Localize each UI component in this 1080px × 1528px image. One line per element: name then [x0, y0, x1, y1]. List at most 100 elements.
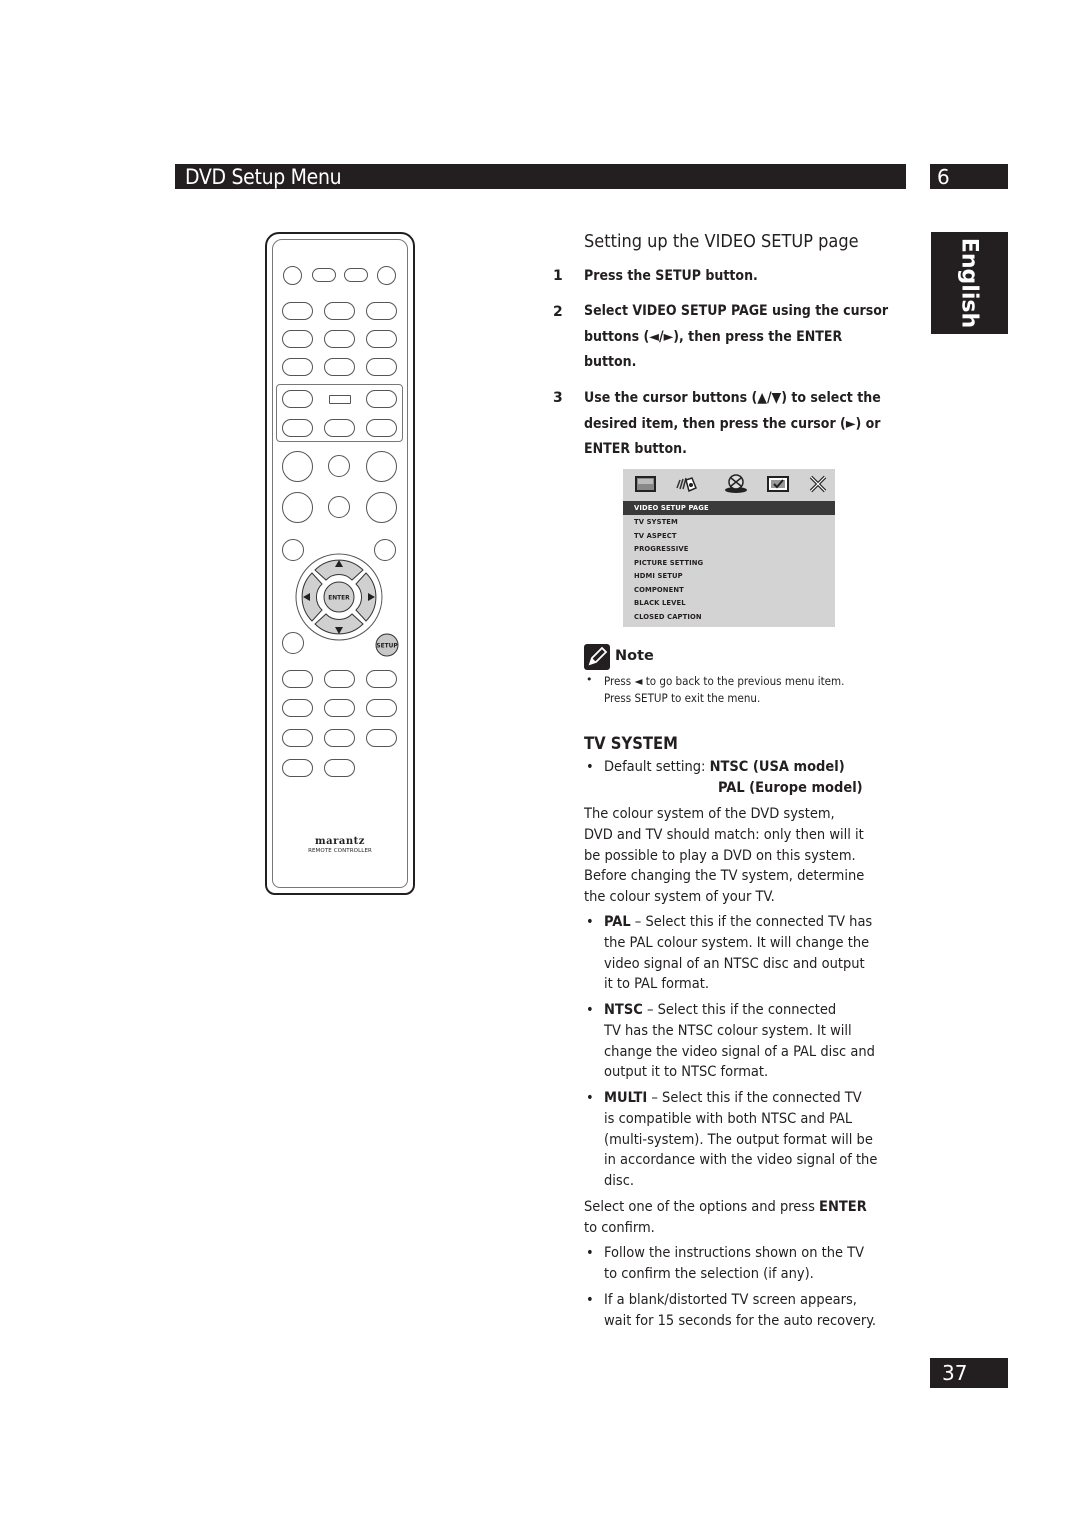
bullet: • [586, 673, 593, 686]
chapter-number-box: 6 [930, 164, 1008, 189]
option-line: it to PAL format. [604, 976, 710, 993]
osd-menu-item: CLOSED CAPTION [634, 612, 702, 621]
step-line: Press the SETUP button. [584, 268, 758, 284]
bullet: • [586, 1292, 594, 1308]
remote-button [282, 330, 313, 348]
paragraph-line: The colour system of the DVD system, [584, 806, 835, 822]
tip-item: Follow the instructions shown on the TV … [604, 1243, 914, 1285]
osd-menu-item: BLACK LEVEL [634, 599, 686, 607]
close-x-icon [809, 475, 827, 493]
remote-button [324, 330, 355, 348]
remote-button [282, 358, 313, 376]
page-number-box: 37 [930, 1358, 1008, 1388]
remote-button [282, 302, 313, 320]
remote-button [366, 699, 397, 717]
note-line: Press SETUP to exit the menu. [604, 691, 761, 705]
default-setting-label: Default setting: [604, 759, 710, 775]
remote-dpad: ENTER [295, 553, 383, 641]
remote-brand-logo: marantz [315, 836, 365, 847]
osd-menu-item: TV ASPECT [634, 531, 677, 540]
remote-button [324, 699, 355, 717]
chapter-title: DVD Setup Menu [185, 165, 342, 189]
step-text: Select VIDEO SETUP PAGE using the cursor… [584, 299, 914, 376]
step-line: buttons (◄/►), then press the ENTER [584, 328, 843, 345]
remote-brand-subtitle: REMOTE CONTROLLER [308, 848, 372, 854]
intro-paragraph: The colour system of the DVD system, DVD… [584, 804, 914, 908]
remote-button [328, 496, 350, 518]
option-name: NTSC [604, 1002, 643, 1018]
osd-menu-item: COMPONENT [634, 585, 684, 594]
option-name: MULTI [604, 1090, 648, 1106]
step-text: Use the cursor buttons (▲/▼) to select t… [584, 386, 914, 463]
remote-button [324, 358, 355, 376]
remote-button [324, 759, 355, 777]
option-name: PAL [604, 914, 631, 930]
osd-icon-bar [623, 469, 835, 500]
osd-menu-item: PICTURE SETTING [634, 558, 704, 567]
option-line: (multi-system). The output format will b… [604, 1131, 873, 1148]
option-line: change the video signal of a PAL disc an… [604, 1043, 875, 1060]
default-setting-line: Default setting: NTSC (USA model) [604, 757, 845, 778]
option-line: disc. [604, 1173, 635, 1190]
paragraph-line: the colour system of your TV. [584, 889, 775, 906]
remote-button [282, 759, 313, 777]
paragraph-line: Before changing the TV system, determine [584, 868, 865, 885]
remote-button [366, 358, 397, 376]
step-line: desired item, then press the cursor (►) … [584, 415, 881, 432]
tip-line: Follow the instructions shown on the TV [604, 1245, 865, 1261]
remote-button [282, 670, 313, 688]
step-number: 2 [553, 304, 563, 320]
remote-button [344, 268, 368, 282]
remote-button [324, 729, 355, 747]
bullet: • [586, 914, 594, 930]
note-text: Press ◄ to go back to the previous menu … [604, 673, 904, 707]
tv-screen-icon [635, 476, 656, 492]
bullet: • [586, 1002, 594, 1018]
remote-button [282, 729, 313, 747]
chapter-number: 6 [937, 165, 950, 189]
language-tab: English [931, 232, 1008, 334]
option-pal: PAL – Select this if the connected TV ha… [604, 912, 914, 995]
osd-menu-item: PROGRESSIVE [634, 545, 689, 553]
note-pencil-icon [584, 644, 610, 670]
tip-line: If a blank/distorted TV screen appears, [604, 1292, 857, 1308]
option-line: video signal of an NTSC disc and output [604, 955, 865, 972]
remote-button [377, 266, 396, 285]
setup-button: SETUP [375, 633, 399, 657]
note-label: Note [615, 648, 654, 664]
option-multi: MULTI – Select this if the connected TV … [604, 1088, 914, 1192]
osd-header-item: VIDEO SETUP PAGE [634, 504, 709, 512]
subsection-title: TV SYSTEM [584, 734, 678, 753]
remote-button [366, 330, 397, 348]
bullet: • [586, 1245, 594, 1261]
paragraph-line: DVD and TV should match: only then will … [584, 826, 864, 843]
step-number: 1 [553, 268, 563, 284]
disc-icon [725, 474, 747, 493]
step-line: button. [584, 354, 637, 370]
note-line: Press ◄ to go back to the previous menu … [604, 674, 845, 688]
step-line: ENTER button. [584, 441, 687, 457]
option-ntsc: NTSC – Select this if the connected TV h… [604, 1000, 914, 1083]
osd-menu-screenshot: VIDEO SETUP PAGE TV SYSTEM TV ASPECT PRO… [623, 469, 835, 627]
tip-line: to confirm the selection (if any). [604, 1265, 814, 1282]
page-number: 37 [942, 1361, 968, 1385]
tip-item: If a blank/distorted TV screen appears, … [604, 1290, 924, 1332]
setup-label: SETUP [376, 642, 398, 650]
osd-menu-item: HDMI SETUP [634, 572, 683, 580]
confirm-text: to confirm. [584, 1219, 655, 1236]
remote-button-group-box [276, 384, 403, 442]
step-line: Select VIDEO SETUP PAGE using the cursor [584, 303, 889, 319]
default-setting-line: PAL (Europe model) [718, 778, 863, 799]
remote-button [283, 266, 302, 285]
bullet: • [586, 1090, 594, 1106]
option-line: – Select this if the connected TV has [630, 914, 873, 930]
confirm-text: Select one of the options and press [584, 1199, 820, 1215]
step-text: Press the SETUP button. [584, 264, 914, 290]
language-label: English [956, 237, 982, 329]
option-line: the PAL colour system. It will change th… [604, 934, 870, 951]
option-line: in accordance with the video signal of t… [604, 1152, 878, 1169]
option-line: – Select this if the connected [642, 1002, 837, 1018]
remote-button [282, 451, 313, 482]
enter-label: ENTER [328, 594, 350, 602]
remote-button [312, 268, 336, 282]
